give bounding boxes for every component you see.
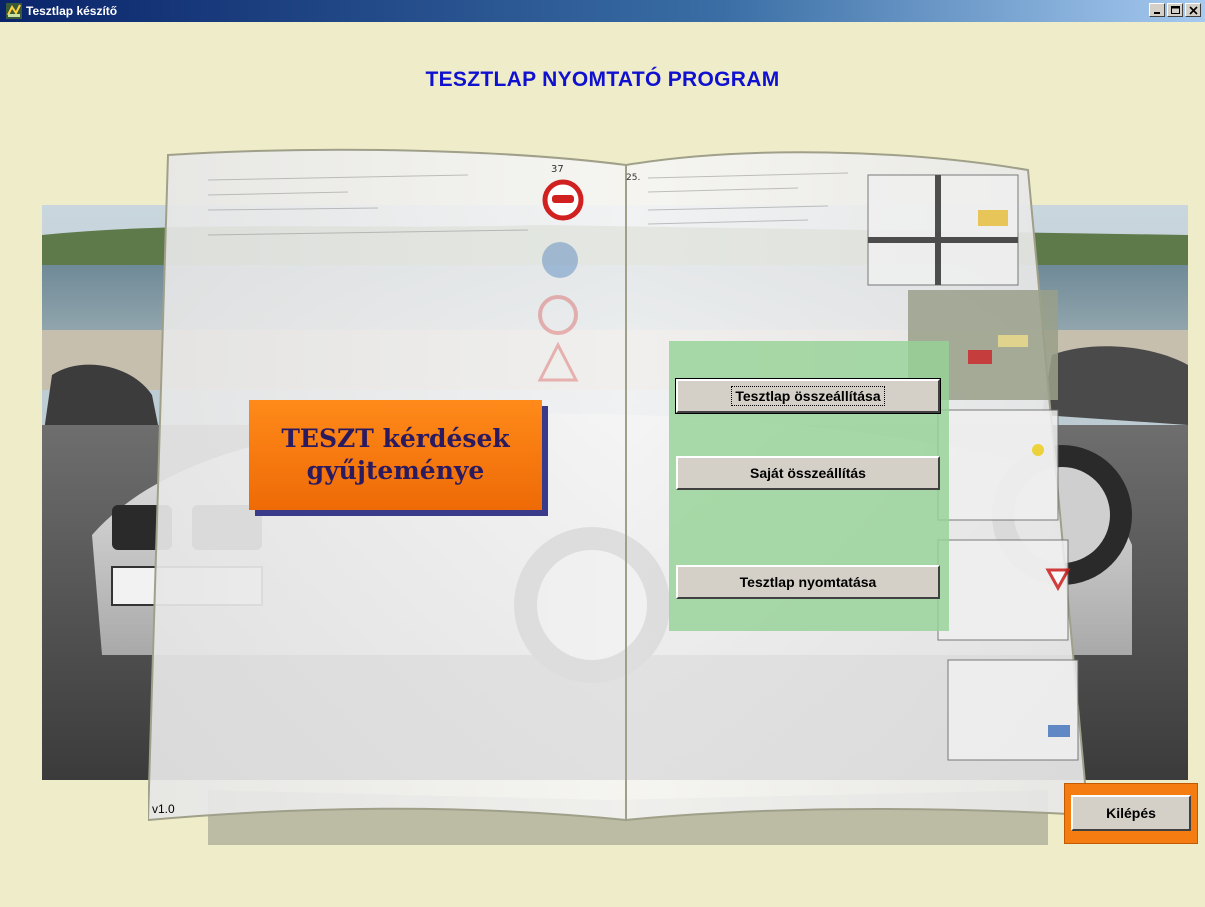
window-titlebar[interactable]: Tesztlap készítő xyxy=(0,0,1205,22)
version-label: v1.0 xyxy=(152,802,175,816)
app-heading: TESZTLAP NYOMTATÓ PROGRAM xyxy=(425,68,780,91)
collection-title-text: TESZT kérdések gyűjteménye xyxy=(281,424,510,485)
collection-title-sign: TESZT kérdések gyűjteménye xyxy=(249,400,542,510)
svg-text:37: 37 xyxy=(551,164,564,175)
exit-button[interactable]: Kilépés xyxy=(1071,795,1191,831)
own-composition-button[interactable]: Saját összeállítás xyxy=(676,456,940,490)
window-controls xyxy=(1149,3,1201,17)
minimize-icon[interactable] xyxy=(1149,3,1165,17)
exit-button-label: Kilépés xyxy=(1106,805,1156,821)
own-composition-label: Saját összeállítás xyxy=(750,465,866,481)
compose-test-sheet-label: Tesztlap összeállítása xyxy=(731,386,885,406)
compose-test-sheet-button[interactable]: Tesztlap összeállítása xyxy=(675,378,941,414)
app-icon xyxy=(6,3,22,19)
window-title: Tesztlap készítő xyxy=(26,4,118,18)
svg-text:25.: 25. xyxy=(626,173,640,183)
close-icon[interactable] xyxy=(1185,3,1201,17)
maximize-icon[interactable] xyxy=(1167,3,1183,17)
print-test-sheet-label: Tesztlap nyomtatása xyxy=(739,574,877,590)
print-test-sheet-button[interactable]: Tesztlap nyomtatása xyxy=(676,565,940,599)
